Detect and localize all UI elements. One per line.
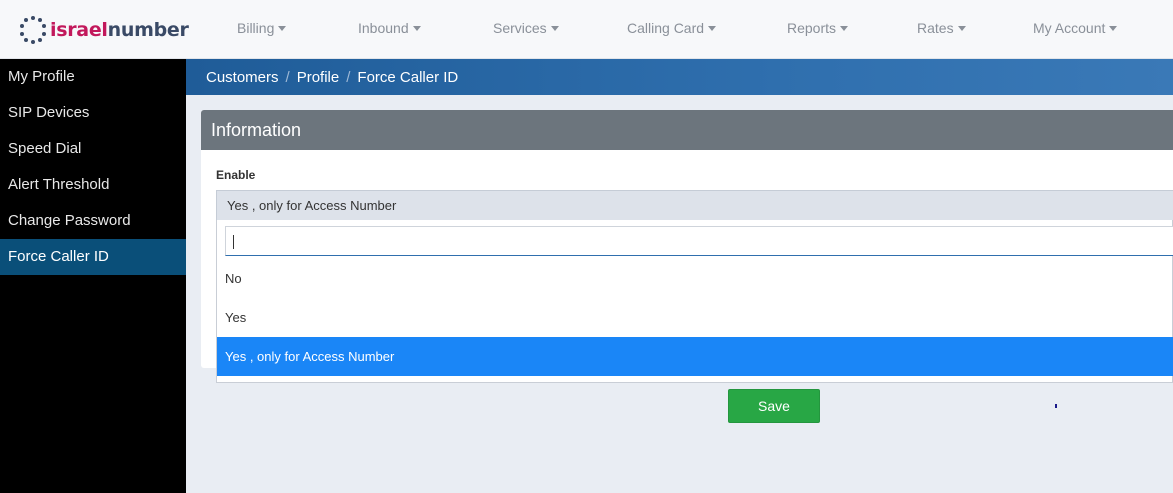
- breadcrumb-separator: /: [285, 68, 290, 86]
- nav-rates[interactable]: Rates: [917, 20, 966, 36]
- sidebar-item-alert-threshold[interactable]: Alert Threshold: [0, 167, 186, 203]
- enable-label: Enable: [216, 168, 256, 182]
- sidebar-item-change-password[interactable]: Change Password: [0, 203, 186, 239]
- caret-down-icon: [708, 26, 717, 31]
- logo-ring-icon: [18, 15, 48, 45]
- brand-logo[interactable]: israelnumber: [18, 14, 189, 46]
- caret-down-icon: [278, 26, 287, 31]
- stray-dot: [1055, 404, 1057, 408]
- sidebar-item-my-profile[interactable]: My Profile: [0, 59, 186, 95]
- sidebar-item-speed-dial[interactable]: Speed Dial: [0, 131, 186, 167]
- nav-my-account[interactable]: My Account: [1033, 20, 1118, 36]
- nav-services[interactable]: Services: [493, 20, 559, 36]
- breadcrumb-force-caller-id: Force Caller ID: [357, 68, 459, 86]
- text-cursor: [233, 235, 234, 249]
- nav-calling-card[interactable]: Calling Card: [627, 20, 717, 36]
- caret-down-icon: [550, 26, 559, 31]
- sidebar-item-sip-devices[interactable]: SIP Devices: [0, 95, 186, 131]
- caret-down-icon: [1109, 26, 1118, 31]
- sidebar: My Profile SIP Devices Speed Dial Alert …: [0, 59, 186, 493]
- nav-inbound[interactable]: Inbound: [358, 20, 421, 36]
- dropdown-option-yes-access-number[interactable]: Yes , only for Access Number: [217, 337, 1173, 376]
- enable-select[interactable]: Yes , only for Access Number: [216, 190, 1173, 221]
- save-button[interactable]: Save: [728, 389, 820, 423]
- top-navbar: israelnumber Billing Inbound Services Ca…: [0, 0, 1173, 59]
- brand-name: israelnumber: [50, 19, 189, 41]
- caret-down-icon: [957, 26, 966, 31]
- nav-billing[interactable]: Billing: [237, 20, 287, 36]
- nav-reports[interactable]: Reports: [787, 20, 849, 36]
- dropdown-search-input[interactable]: [225, 226, 1173, 256]
- breadcrumb: Customers / Profile / Force Caller ID: [186, 59, 1173, 95]
- breadcrumb-separator: /: [346, 68, 351, 86]
- caret-down-icon: [412, 26, 421, 31]
- dropdown-option-yes[interactable]: Yes: [217, 298, 1173, 337]
- breadcrumb-customers[interactable]: Customers: [206, 69, 279, 86]
- sidebar-item-force-caller-id[interactable]: Force Caller ID: [0, 239, 186, 275]
- dropdown-option-no[interactable]: No: [217, 259, 1173, 298]
- panel-title: Information: [201, 110, 1173, 150]
- caret-down-icon: [840, 26, 849, 31]
- breadcrumb-profile[interactable]: Profile: [297, 69, 340, 86]
- enable-dropdown: No Yes Yes , only for Access Number: [216, 220, 1173, 383]
